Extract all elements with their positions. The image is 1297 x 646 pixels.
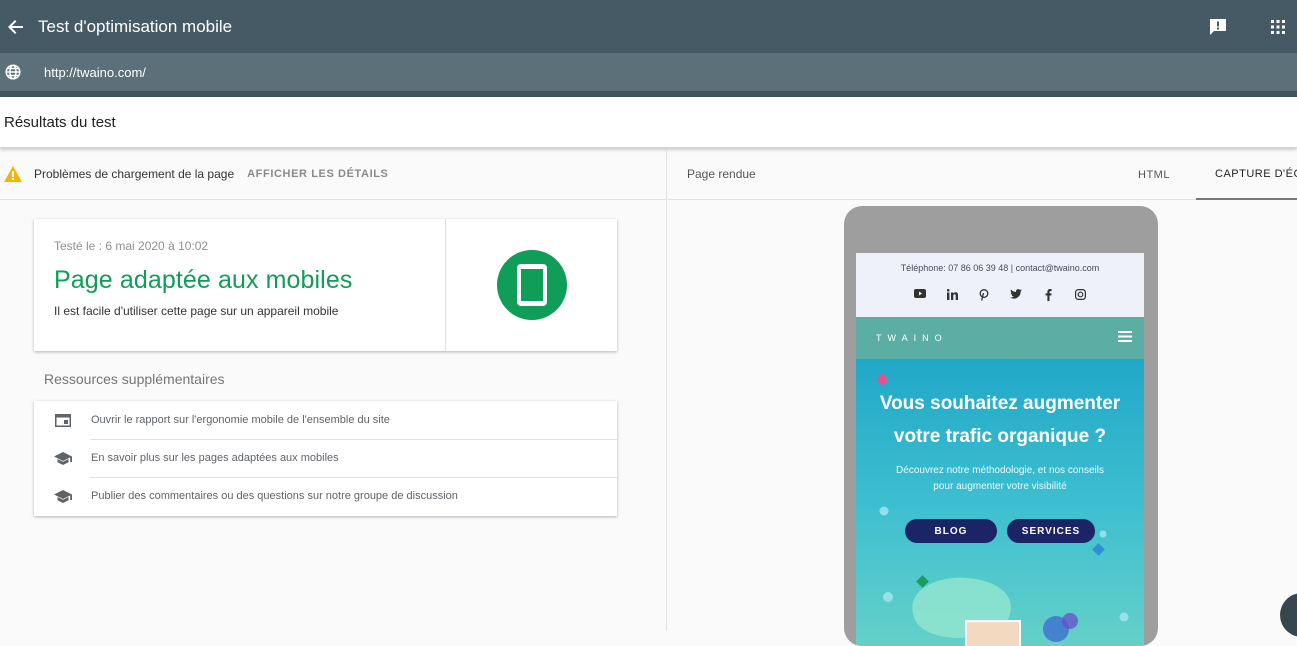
rendered-screenshot: Téléphone: 07 86 06 39 48 | contact@twai… [856,253,1144,646]
site-hero: Vous souhaitez augmenter votre trafic or… [856,359,1144,646]
site-services-button: SERVICES [1007,519,1095,543]
site-navbar: TWAINO [856,317,1144,359]
site-intro-line2: pour augmenter votre visibilité [933,481,1067,492]
tab-screenshot[interactable]: CAPTURE D'ÉCRAN [1196,149,1297,200]
app-title: Test d'optimisation mobile [38,16,233,36]
resource-link[interactable]: En savoir plus sur les pages adaptées au… [34,439,617,477]
feedback-icon[interactable] [1206,15,1230,39]
test-date: Testé le : 6 mai 2020 à 10:02 [54,239,209,253]
show-details-link[interactable]: AFFICHER LES DÉTAILS [247,168,388,180]
results-title: Résultats du test [4,113,116,131]
site-social-icons [856,289,1144,301]
results-header: Résultats du test [0,97,1297,148]
pinterest-icon [968,289,1000,301]
warning-icon [4,165,22,183]
site-contact-bar: Téléphone: 07 86 06 39 48 | contact@twai… [856,253,1144,317]
resource-link[interactable]: Ouvrir le rapport sur l'ergonomie mobile… [34,401,617,439]
site-contact: Téléphone: 07 86 06 39 48 | contact@twai… [900,263,1100,273]
twitter-icon [1000,289,1032,301]
url-input[interactable]: http://twaino.com/ [44,65,146,80]
school-icon [53,489,73,503]
verdict-title: Page adaptée aux mobiles [54,266,353,294]
linkedin-icon [936,289,968,301]
verdict-description: Il est facile d'utiliser cette page sur … [54,304,339,318]
resource-label: Publier des commentaires ou des question… [91,490,458,502]
school-icon [53,451,73,465]
tab-html[interactable]: HTML [1138,149,1170,200]
site-buttons: BLOG SERVICES [856,519,1144,543]
dashboard-icon [53,413,73,427]
site-headline: Vous souhaitez augmenter votre trafic or… [856,359,1144,453]
hamburger-menu-icon [1118,329,1132,347]
instagram-icon [1064,289,1096,301]
left-pane: Problèmes de chargement de la page AFFIC… [0,149,667,631]
site-headline-line1: Vous souhaitez augmenter [879,393,1121,414]
resource-label: En savoir plus sur les pages adaptées au… [91,452,339,464]
site-headline-line2: votre trafic organique ? [893,426,1107,447]
render-tabs: Page rendue HTML CAPTURE D'ÉCRAN [668,149,1297,200]
result-card: Testé le : 6 mai 2020 à 10:02 Page adapt… [34,219,617,351]
site-intro-line1: Découvrez notre méthodologie, et nos con… [896,465,1104,476]
rendered-page-label: Page rendue [687,167,756,181]
site-intro: Découvrez notre méthodologie, et nos con… [856,463,1144,495]
site-logo: TWAINO [876,333,948,343]
site-blog-button: BLOG [905,519,997,543]
mobile-friendly-icon [496,250,567,320]
app-bar: Test d'optimisation mobile [0,0,1297,53]
resources-title: Ressources supplémentaires [44,371,225,387]
globe-icon [5,64,21,80]
issues-bar: Problèmes de chargement de la page AFFIC… [0,149,666,200]
phone-frame: Téléphone: 07 86 06 39 48 | contact@twai… [844,206,1158,646]
youtube-icon [904,289,936,301]
resource-label: Ouvrir le rapport sur l'ergonomie mobile… [91,414,390,426]
facebook-icon [1032,289,1064,301]
back-arrow-icon[interactable] [3,14,29,40]
resources-card: Ouvrir le rapport sur l'ergonomie mobile… [34,401,617,516]
resource-link[interactable]: Publier des commentaires ou des question… [34,477,617,515]
url-bar: http://twaino.com/ [0,53,1297,91]
page-load-issues-text: Problèmes de chargement de la page [34,167,235,181]
right-pane: Page rendue HTML CAPTURE D'ÉCRAN Télépho… [668,149,1297,646]
apps-grid-icon[interactable] [1266,15,1290,39]
